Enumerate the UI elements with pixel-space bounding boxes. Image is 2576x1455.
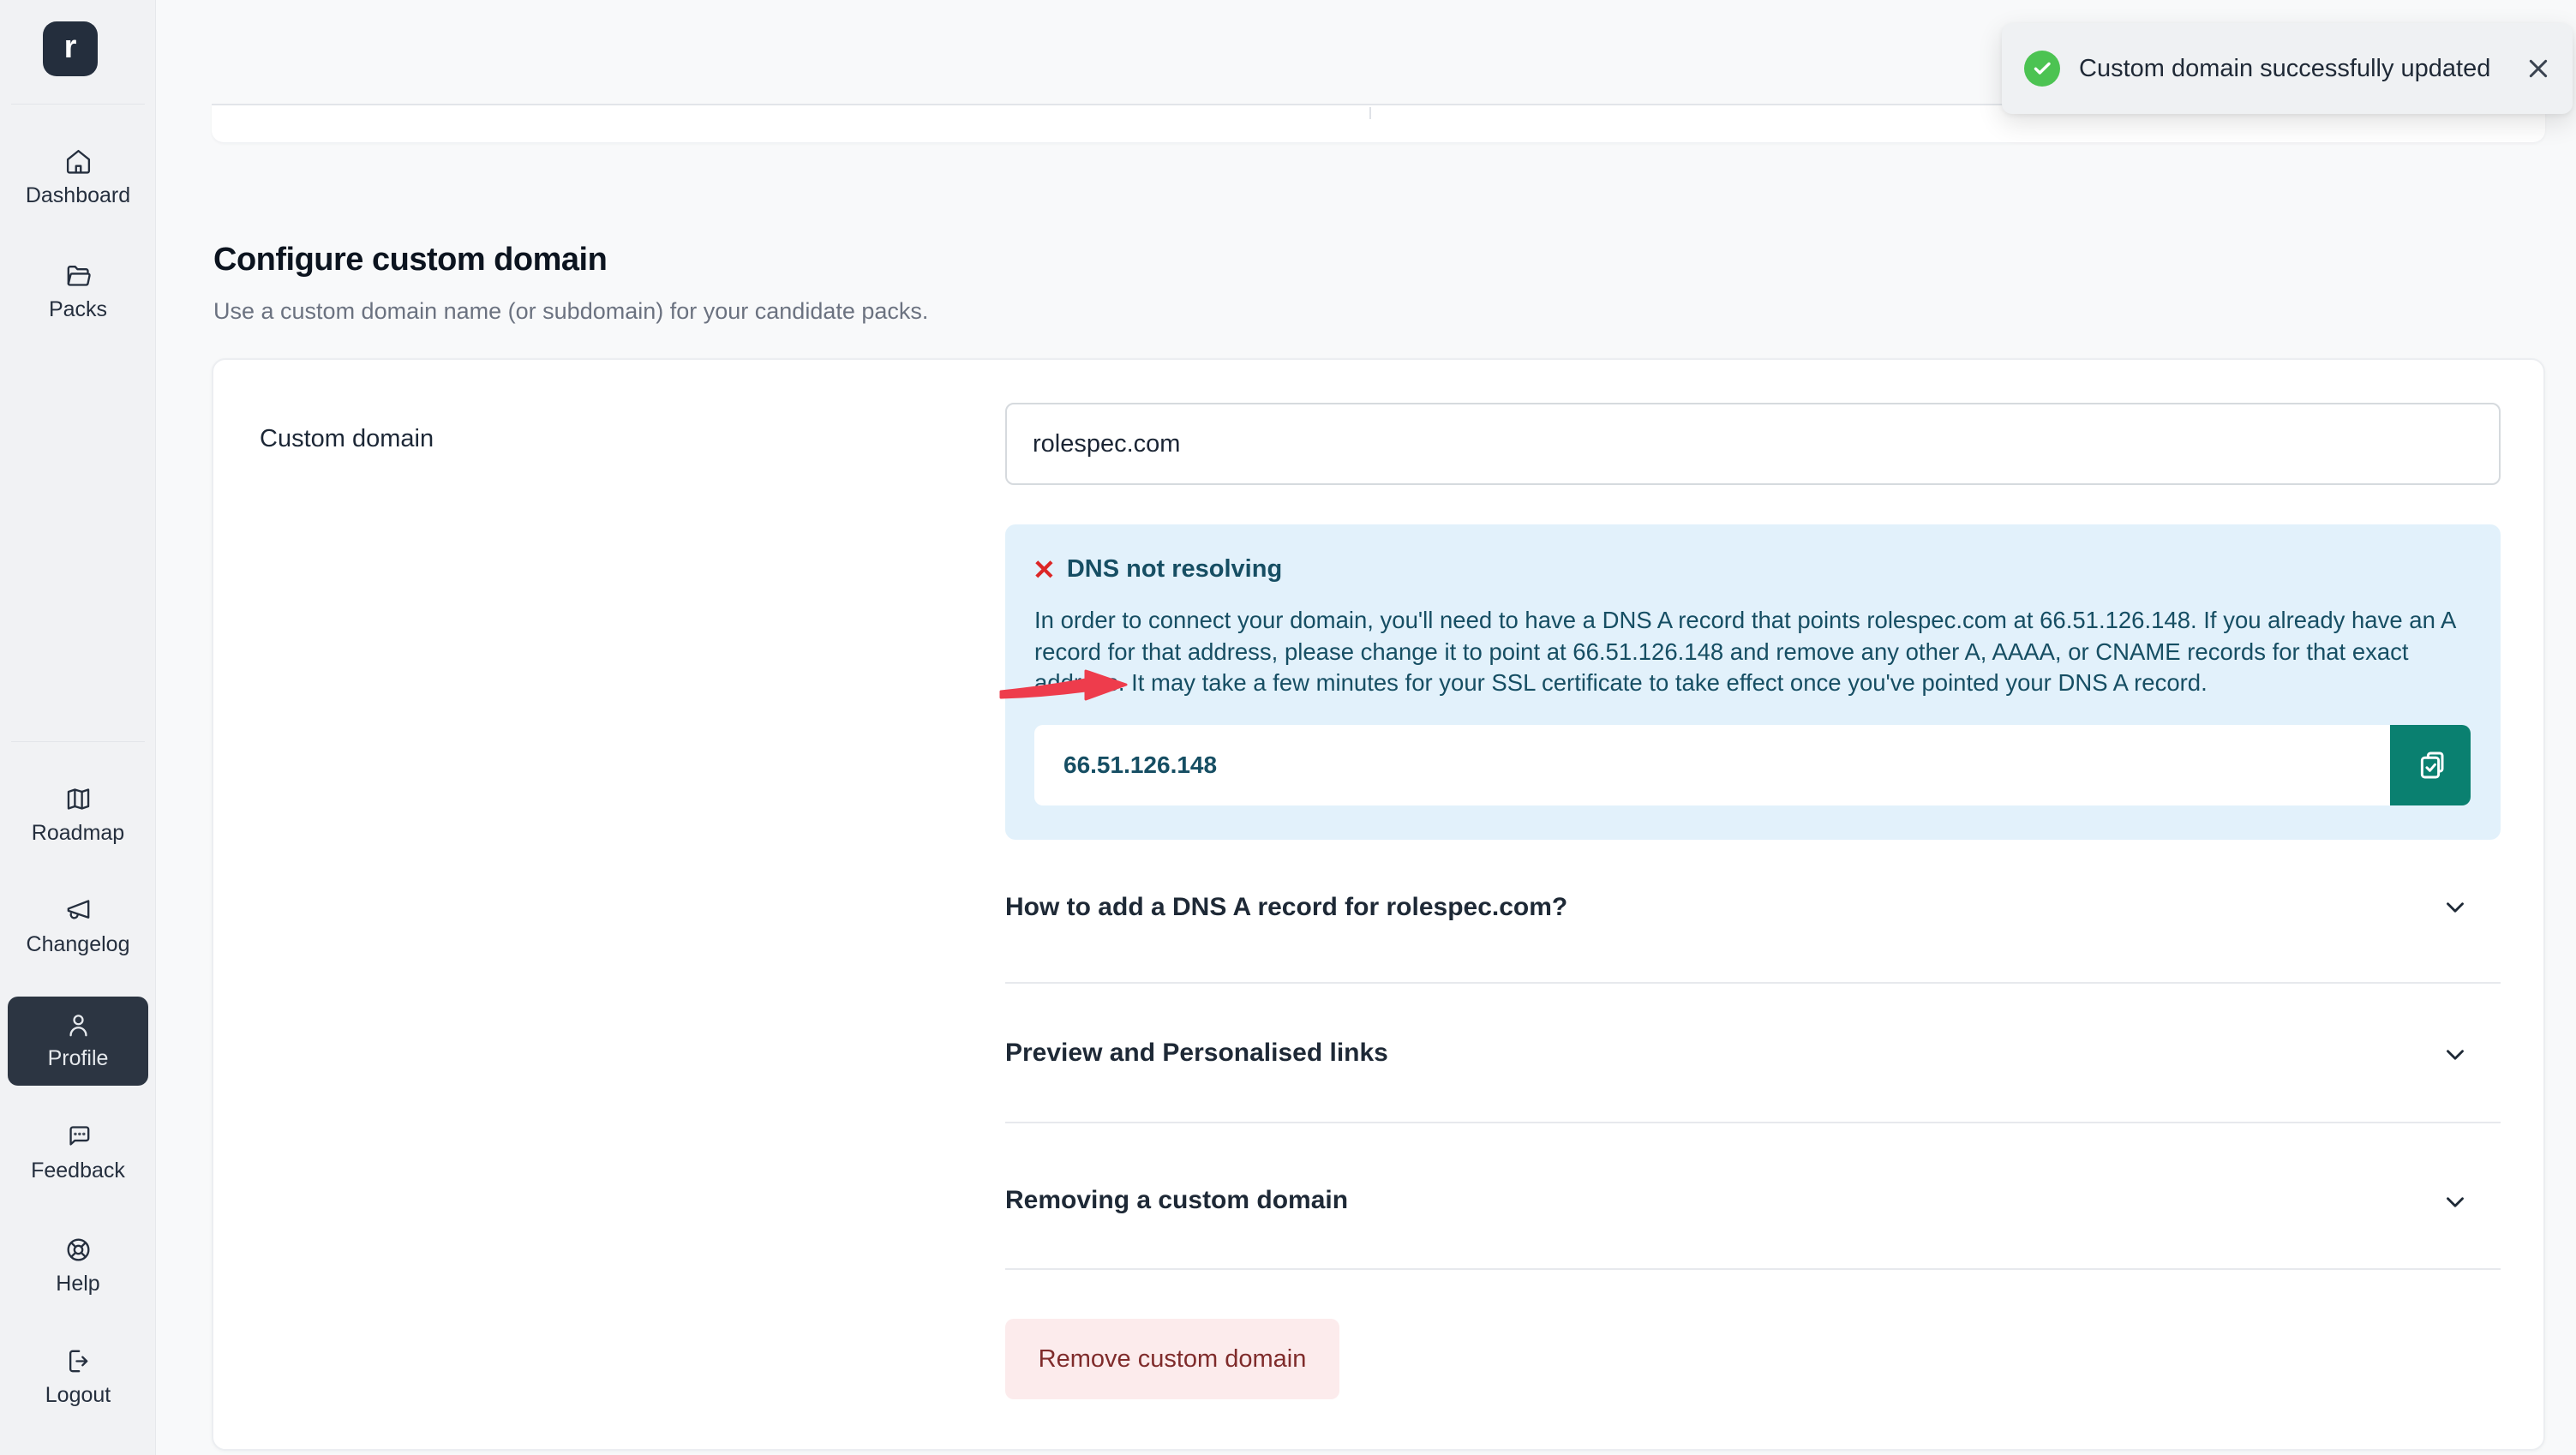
- sidebar-divider-top: [11, 104, 145, 105]
- sidebar-item-packs[interactable]: Packs: [0, 261, 156, 322]
- dns-status-row: ✕ DNS not resolving: [1033, 555, 1282, 584]
- sidebar-item-help[interactable]: Help: [0, 1236, 156, 1296]
- chat-bubble-icon: [64, 1123, 93, 1151]
- accordion-divider: [1005, 1122, 2501, 1123]
- sidebar-item-profile[interactable]: Profile: [8, 997, 148, 1086]
- accordion-divider: [1005, 982, 2501, 984]
- clipboard-check-icon: [2412, 747, 2448, 783]
- sidebar-item-dashboard[interactable]: Dashboard: [0, 147, 156, 208]
- sidebar-item-logout[interactable]: Logout: [0, 1347, 156, 1408]
- custom-domain-label: Custom domain: [260, 425, 434, 453]
- close-x-icon: [2525, 55, 2552, 82]
- sidebar-item-label: Roadmap: [32, 821, 124, 846]
- dns-status-title: DNS not resolving: [1067, 555, 1282, 584]
- chevron-down-icon: [2441, 893, 2470, 922]
- folder-icon: [64, 261, 93, 290]
- sidebar-item-label: Dashboard: [26, 183, 130, 208]
- sidebar-item-label: Help: [56, 1272, 99, 1296]
- app-root: r Dashboard Packs Roadmap Changelog Prof…: [0, 0, 2576, 1455]
- sidebar-divider-bottom: [11, 741, 145, 742]
- toast-message: Custom domain successfully updated: [2079, 55, 2506, 83]
- sidebar-item-roadmap[interactable]: Roadmap: [0, 785, 156, 846]
- app-logo[interactable]: r: [43, 21, 98, 76]
- red-arrow-annotation: [997, 660, 1131, 713]
- accordion-preview-links-header[interactable]: Preview and Personalised links: [1005, 1039, 1388, 1068]
- accordion-removing-domain-header[interactable]: Removing a custom domain: [1005, 1186, 1348, 1215]
- accordion-label-prefix: How to add a DNS A record for: [1005, 893, 1386, 921]
- sidebar-item-label: Feedback: [31, 1159, 125, 1183]
- custom-domain-card: Custom domain ✕ DNS not resolving In ord…: [212, 358, 2545, 1451]
- app-logo-letter: r: [64, 31, 77, 68]
- toast-close-button[interactable]: [2525, 55, 2552, 82]
- map-icon: [64, 785, 93, 813]
- remove-custom-domain-button[interactable]: Remove custom domain: [1005, 1319, 1339, 1399]
- success-check-icon: [2024, 51, 2060, 87]
- accordion-divider: [1005, 1268, 2501, 1270]
- sidebar-item-label: Changelog: [27, 932, 130, 957]
- chevron-down-icon: [2441, 1040, 2470, 1069]
- sidebar-item-label: Profile: [48, 1046, 109, 1071]
- sidebar-item-label: Logout: [45, 1383, 111, 1408]
- sidebar-item-changelog[interactable]: Changelog: [0, 896, 156, 957]
- page-title: Configure custom domain: [213, 242, 607, 278]
- main-content: Configure custom domain Use a custom dom…: [156, 0, 2576, 1455]
- sidebar: r Dashboard Packs Roadmap Changelog Prof…: [0, 0, 156, 1455]
- sidebar-item-feedback[interactable]: Feedback: [0, 1123, 156, 1183]
- lifebuoy-icon: [64, 1236, 93, 1264]
- home-icon: [64, 147, 93, 176]
- dns-status-body: In order to connect your domain, you'll …: [1034, 605, 2472, 699]
- sidebar-item-label: Packs: [49, 297, 107, 322]
- chevron-down-icon: [2441, 1188, 2470, 1217]
- accordion-dns-record-chevron[interactable]: [2441, 893, 2470, 926]
- accordion-preview-links-chevron[interactable]: [2441, 1040, 2470, 1074]
- copy-ip-button[interactable]: [2390, 725, 2471, 805]
- table-column-divider: [1369, 107, 1371, 119]
- toast-notification: Custom domain successfully updated: [2002, 23, 2573, 114]
- megaphone-icon: [64, 896, 93, 925]
- page-subtitle: Use a custom domain name (or subdomain) …: [213, 298, 928, 325]
- red-x-icon: ✕: [1033, 556, 1056, 584]
- logout-icon: [64, 1347, 93, 1375]
- accordion-dns-record-header[interactable]: How to add a DNS A record for rolespec.c…: [1005, 893, 1567, 922]
- user-icon: [64, 1011, 93, 1039]
- accordion-label-domain: rolespec.com: [1386, 893, 1551, 921]
- accordion-label-suffix: ?: [1552, 893, 1567, 921]
- dns-status-infobox: ✕ DNS not resolving In order to connect …: [1005, 524, 2501, 840]
- custom-domain-input[interactable]: [1005, 403, 2501, 485]
- accordion-removing-domain-chevron[interactable]: [2441, 1188, 2470, 1221]
- ip-address-field: 66.51.126.148: [1034, 725, 2471, 805]
- ip-address-value: 66.51.126.148: [1034, 751, 1217, 779]
